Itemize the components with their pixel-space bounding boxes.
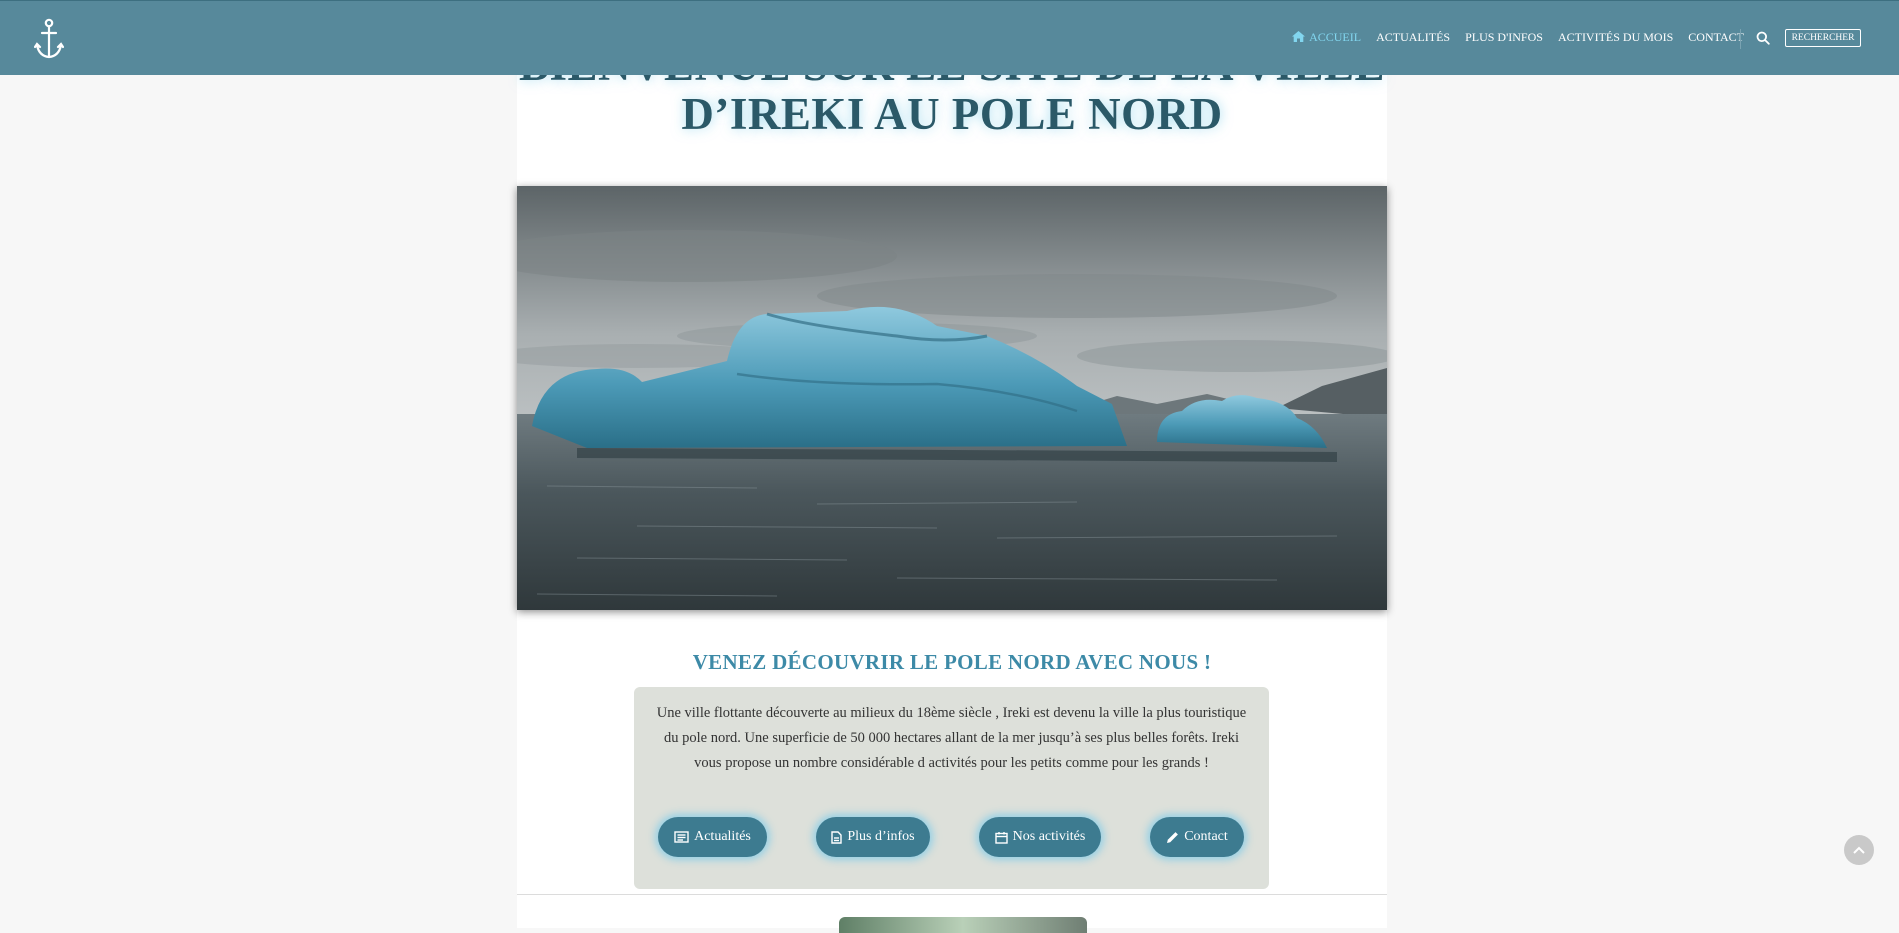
plus-dinfos-button[interactable]: Plus d’infos	[816, 817, 930, 857]
iceberg-photo	[517, 186, 1387, 610]
file-icon	[831, 830, 843, 844]
anchor-icon[interactable]	[34, 18, 64, 60]
nav-item-label: ACCUEIL	[1309, 30, 1362, 44]
chevron-up-icon	[1853, 846, 1865, 854]
section-heading: VENEZ DÉCOUVRIR LE POLE NORD AVEC NOUS !	[692, 650, 1212, 674]
search-button[interactable]: RECHERCHER	[1785, 29, 1861, 47]
nav-item-actualites[interactable]: ACTUALITÉS	[1376, 30, 1450, 45]
actualites-button-label: Actualités	[694, 829, 751, 844]
nav-divider	[1740, 29, 1741, 49]
section-divider	[517, 894, 1387, 895]
nos-activites-button-label: Nos activités	[1012, 829, 1086, 844]
nav-item-contact[interactable]: CONTACT	[1688, 30, 1744, 45]
plus-dinfos-button-label: Plus d’infos	[847, 829, 915, 844]
main-nav: ACCUEIL ACTUALITÉS PLUS D'INFOS ACTIVITÉ…	[1277, 30, 1744, 45]
intro-paragraph: Une ville flottante découverte au milieu…	[656, 705, 1247, 771]
nos-activites-button[interactable]: Nos activités	[979, 817, 1101, 857]
iceberg-photo-illustration	[517, 186, 1387, 610]
top-navbar: ACCUEIL ACTUALITÉS PLUS D'INFOS ACTIVITÉ…	[0, 0, 1899, 75]
nav-item-accueil[interactable]: ACCUEIL	[1292, 30, 1361, 45]
pencil-icon	[1167, 831, 1179, 843]
nav-item-activites-du-mois[interactable]: ACTIVITÉS DU MOIS	[1558, 30, 1673, 45]
newspaper-icon	[674, 831, 689, 843]
home-icon	[1292, 31, 1306, 42]
calendar-icon	[994, 831, 1008, 844]
contact-button[interactable]: Contact	[1150, 817, 1244, 857]
scroll-to-top-button[interactable]	[1844, 835, 1874, 865]
info-box: Une ville flottante découverte au milieu…	[634, 687, 1269, 889]
nav-item-plus-dinfos[interactable]: PLUS D'INFOS	[1465, 30, 1543, 45]
next-section-image	[839, 917, 1087, 933]
search-icon[interactable]	[1756, 31, 1770, 45]
actualites-button[interactable]: Actualités	[658, 817, 767, 857]
contact-button-label: Contact	[1184, 829, 1228, 844]
page-title-line-2: D’IREKI AU POLE NORD	[681, 89, 1223, 139]
